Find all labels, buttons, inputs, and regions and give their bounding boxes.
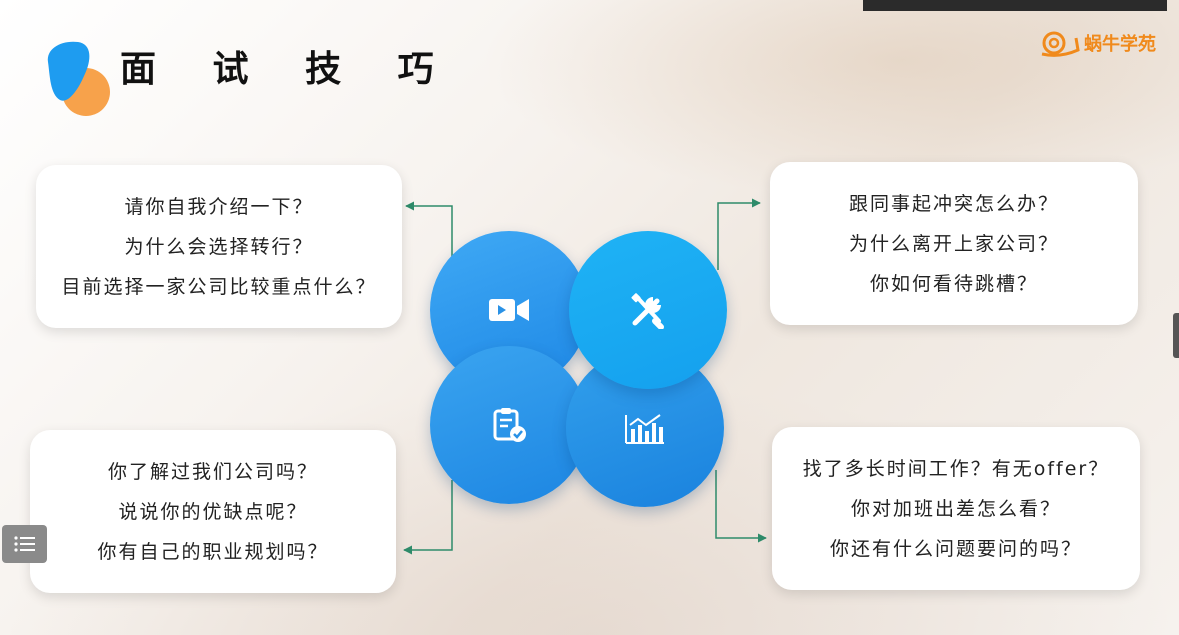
tools-icon <box>631 293 664 329</box>
question-line: 你了解过我们公司吗？ <box>107 460 318 483</box>
clipboard-check-icon <box>493 408 526 442</box>
slide-menu-button[interactable] <box>2 525 47 563</box>
question-line: 请你自我介绍一下？ <box>124 195 314 218</box>
question-line: 说说你的优缺点呢？ <box>118 500 308 523</box>
card-bottom-right: 找了多长时间工作？有无offer？ 你对加班出差怎么看？ 你还有什么问题要问的吗… <box>772 427 1140 590</box>
question-line: 你有自己的职业规划吗？ <box>97 540 329 563</box>
question-line: 跟同事起冲突怎么办？ <box>848 192 1059 215</box>
connector-bottom-left <box>403 480 453 555</box>
question-line: 你如何看待跳槽？ <box>869 272 1038 295</box>
question-line: 为什么离开上家公司？ <box>848 232 1059 255</box>
video-camera-icon <box>489 299 529 321</box>
connector-top-right <box>717 198 761 270</box>
circle-clipboard <box>430 346 588 504</box>
connector-bottom-right <box>715 470 767 543</box>
card-bottom-left: 你了解过我们公司吗？ 说说你的优缺点呢？ 你有自己的职业规划吗？ <box>30 430 396 593</box>
list-menu-icon <box>13 536 35 552</box>
question-line: 你对加班出差怎么看？ <box>850 497 1061 520</box>
card-top-right: 跟同事起冲突怎么办？ 为什么离开上家公司？ 你如何看待跳槽？ <box>770 162 1138 325</box>
question-line: 找了多长时间工作？有无offer？ <box>802 457 1110 480</box>
card-top-left: 请你自我介绍一下？ 为什么会选择转行？ 目前选择一家公司比较重点什么？ <box>36 165 402 328</box>
question-line: 你还有什么问题要问的吗？ <box>829 537 1082 560</box>
question-line: 为什么会选择转行？ <box>124 235 314 258</box>
connector-top-left <box>405 201 453 258</box>
question-line: 目前选择一家公司比较重点什么？ <box>61 275 377 298</box>
bar-chart-icon <box>625 414 664 444</box>
side-panel-handle[interactable] <box>1173 313 1179 358</box>
circle-tools <box>569 231 727 389</box>
